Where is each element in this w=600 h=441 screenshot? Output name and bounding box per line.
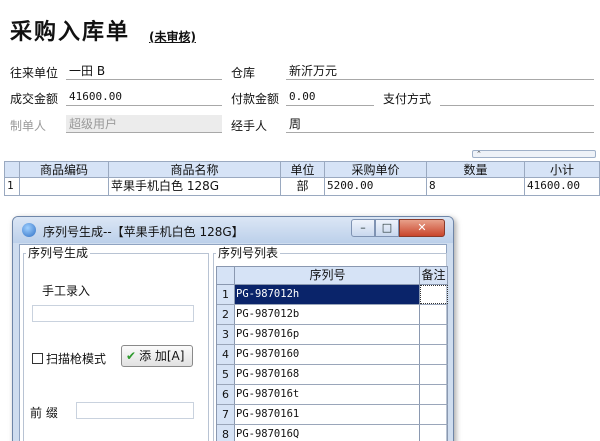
prefix-input[interactable]: [76, 402, 194, 419]
serial-note-cell[interactable]: [420, 325, 448, 344]
close-button[interactable]: ✕: [399, 219, 445, 237]
scanner-mode-label: 扫描枪模式: [46, 352, 107, 366]
serial-list-grid: 序列号 备注 1 PG-987012h 2 PG-987012b 3 PG-98…: [216, 266, 448, 441]
partner-label: 往来单位: [10, 66, 59, 80]
maximize-button[interactable]: □: [375, 219, 399, 237]
creator-label: 制单人: [10, 119, 47, 133]
creator-field: 超级用户: [66, 115, 222, 133]
prefix-label: 前 缀: [30, 406, 58, 420]
serial-number-cell[interactable]: PG-987016p: [235, 325, 420, 344]
page-title: 采购入库单: [10, 19, 131, 45]
qty-cell[interactable]: 8: [427, 178, 525, 195]
serial-row-number-header: [217, 267, 235, 284]
price-cell[interactable]: 5200.00: [325, 178, 427, 195]
table-row[interactable]: 8 PG-987016Q: [217, 425, 448, 441]
column-header-name[interactable]: 商品名称: [109, 162, 281, 177]
amount-label: 成交金额: [10, 92, 59, 106]
dialog-body: 序列号生成 手工录入 扫描枪模式 ✔ 添 加[A] 前 缀 序列号列表 序列号 备…: [19, 244, 448, 441]
minimize-button[interactable]: –: [351, 219, 375, 237]
product-grid-header: 商品编码 商品名称 单位 采购单价 数量 小计: [5, 161, 600, 178]
serial-number-cell[interactable]: PG-987012b: [235, 305, 420, 324]
serial-row-number: 6: [217, 385, 235, 404]
column-header-subtotal[interactable]: 小计: [525, 162, 600, 177]
serial-note-cell[interactable]: [420, 385, 448, 404]
serial-number-cell[interactable]: PG-987016Q: [235, 425, 420, 441]
serial-row-number: 8: [217, 425, 235, 441]
table-row[interactable]: 6 PG-987016t: [217, 385, 448, 405]
row-number-cell: 1: [5, 178, 20, 195]
serial-generation-group-title: 序列号生成: [26, 246, 91, 260]
add-button-label: 添 加[A]: [139, 349, 185, 363]
serial-row-number: 4: [217, 345, 235, 364]
serial-list-group-title: 序列号列表: [216, 246, 281, 260]
column-header-serial[interactable]: 序列号: [235, 267, 420, 284]
serial-row-number: 1: [217, 285, 235, 304]
column-header-note[interactable]: 备注: [420, 267, 448, 284]
column-header-code[interactable]: 商品编码: [20, 162, 109, 177]
serial-list-header: 序列号 备注: [217, 267, 448, 285]
table-row[interactable]: 7 PG-9870161: [217, 405, 448, 425]
partner-field[interactable]: 一田 B: [66, 62, 222, 80]
subtotal-cell[interactable]: 41600.00: [525, 178, 600, 195]
warehouse-field[interactable]: 新沂万元: [286, 62, 594, 80]
amount-field[interactable]: 41600.00: [66, 88, 222, 106]
serial-row-number: 5: [217, 365, 235, 384]
splitter-collapse-button[interactable]: ⌃: [472, 150, 596, 158]
serial-note-cell[interactable]: [420, 365, 448, 384]
serial-row-number: 3: [217, 325, 235, 344]
handler-label: 经手人: [231, 119, 268, 133]
table-row[interactable]: 1 苹果手机白色 128G 部 5200.00 8 41600.00: [5, 178, 600, 196]
table-row[interactable]: 1 PG-987012h: [217, 285, 448, 305]
scanner-mode-checkbox[interactable]: [32, 353, 43, 364]
serial-number-dialog: 序列号生成--【苹果手机白色 128G】 – □ ✕ 序列号生成 手工录入 扫描…: [12, 216, 454, 441]
handler-field[interactable]: 周: [286, 115, 594, 133]
paid-amount-label: 付款金额: [231, 92, 280, 106]
column-header-price[interactable]: 采购单价: [325, 162, 427, 177]
product-grid: 商品编码 商品名称 单位 采购单价 数量 小计 1 苹果手机白色 128G 部 …: [4, 161, 600, 196]
serial-number-cell[interactable]: PG-9870161: [235, 405, 420, 424]
column-header-qty[interactable]: 数量: [427, 162, 525, 177]
product-name-cell[interactable]: 苹果手机白色 128G: [109, 178, 281, 195]
serial-note-cell[interactable]: [420, 405, 448, 424]
serial-number-cell[interactable]: PG-9870168: [235, 365, 420, 384]
serial-note-cell[interactable]: [420, 305, 448, 324]
table-row[interactable]: 5 PG-9870168: [217, 365, 448, 385]
app-icon: [22, 223, 36, 237]
status-badge: (未审核): [149, 30, 196, 44]
serial-number-cell[interactable]: PG-987016t: [235, 385, 420, 404]
serial-row-number: 7: [217, 405, 235, 424]
product-code-cell[interactable]: [20, 178, 109, 195]
table-row[interactable]: 4 PG-9870160: [217, 345, 448, 365]
manual-entry-label: 手工录入: [42, 284, 91, 298]
serial-note-cell[interactable]: [420, 285, 448, 304]
row-number-header: [5, 162, 20, 177]
column-header-unit[interactable]: 单位: [281, 162, 325, 177]
serial-number-cell[interactable]: PG-987012h: [235, 285, 420, 304]
serial-number-cell[interactable]: PG-9870160: [235, 345, 420, 364]
warehouse-label: 仓库: [231, 66, 256, 80]
add-button[interactable]: ✔ 添 加[A]: [121, 345, 193, 367]
table-row[interactable]: 2 PG-987012b: [217, 305, 448, 325]
pay-method-field[interactable]: [440, 88, 594, 106]
serial-note-cell[interactable]: [420, 345, 448, 364]
manual-entry-input[interactable]: [32, 305, 194, 322]
checkmark-icon: ✔: [126, 349, 137, 363]
serial-generation-group: 序列号生成 手工录入 扫描枪模式 ✔ 添 加[A] 前 缀: [23, 246, 209, 441]
serial-note-cell[interactable]: [420, 425, 448, 441]
paid-amount-field[interactable]: 0.00: [286, 88, 374, 106]
dialog-titlebar[interactable]: 序列号生成--【苹果手机白色 128G】 – □ ✕: [13, 217, 453, 243]
table-row[interactable]: 3 PG-987016p: [217, 325, 448, 345]
serial-row-number: 2: [217, 305, 235, 324]
unit-cell[interactable]: 部: [281, 178, 325, 195]
pay-method-label: 支付方式: [383, 92, 432, 106]
dialog-title: 序列号生成--【苹果手机白色 128G】: [43, 225, 244, 239]
